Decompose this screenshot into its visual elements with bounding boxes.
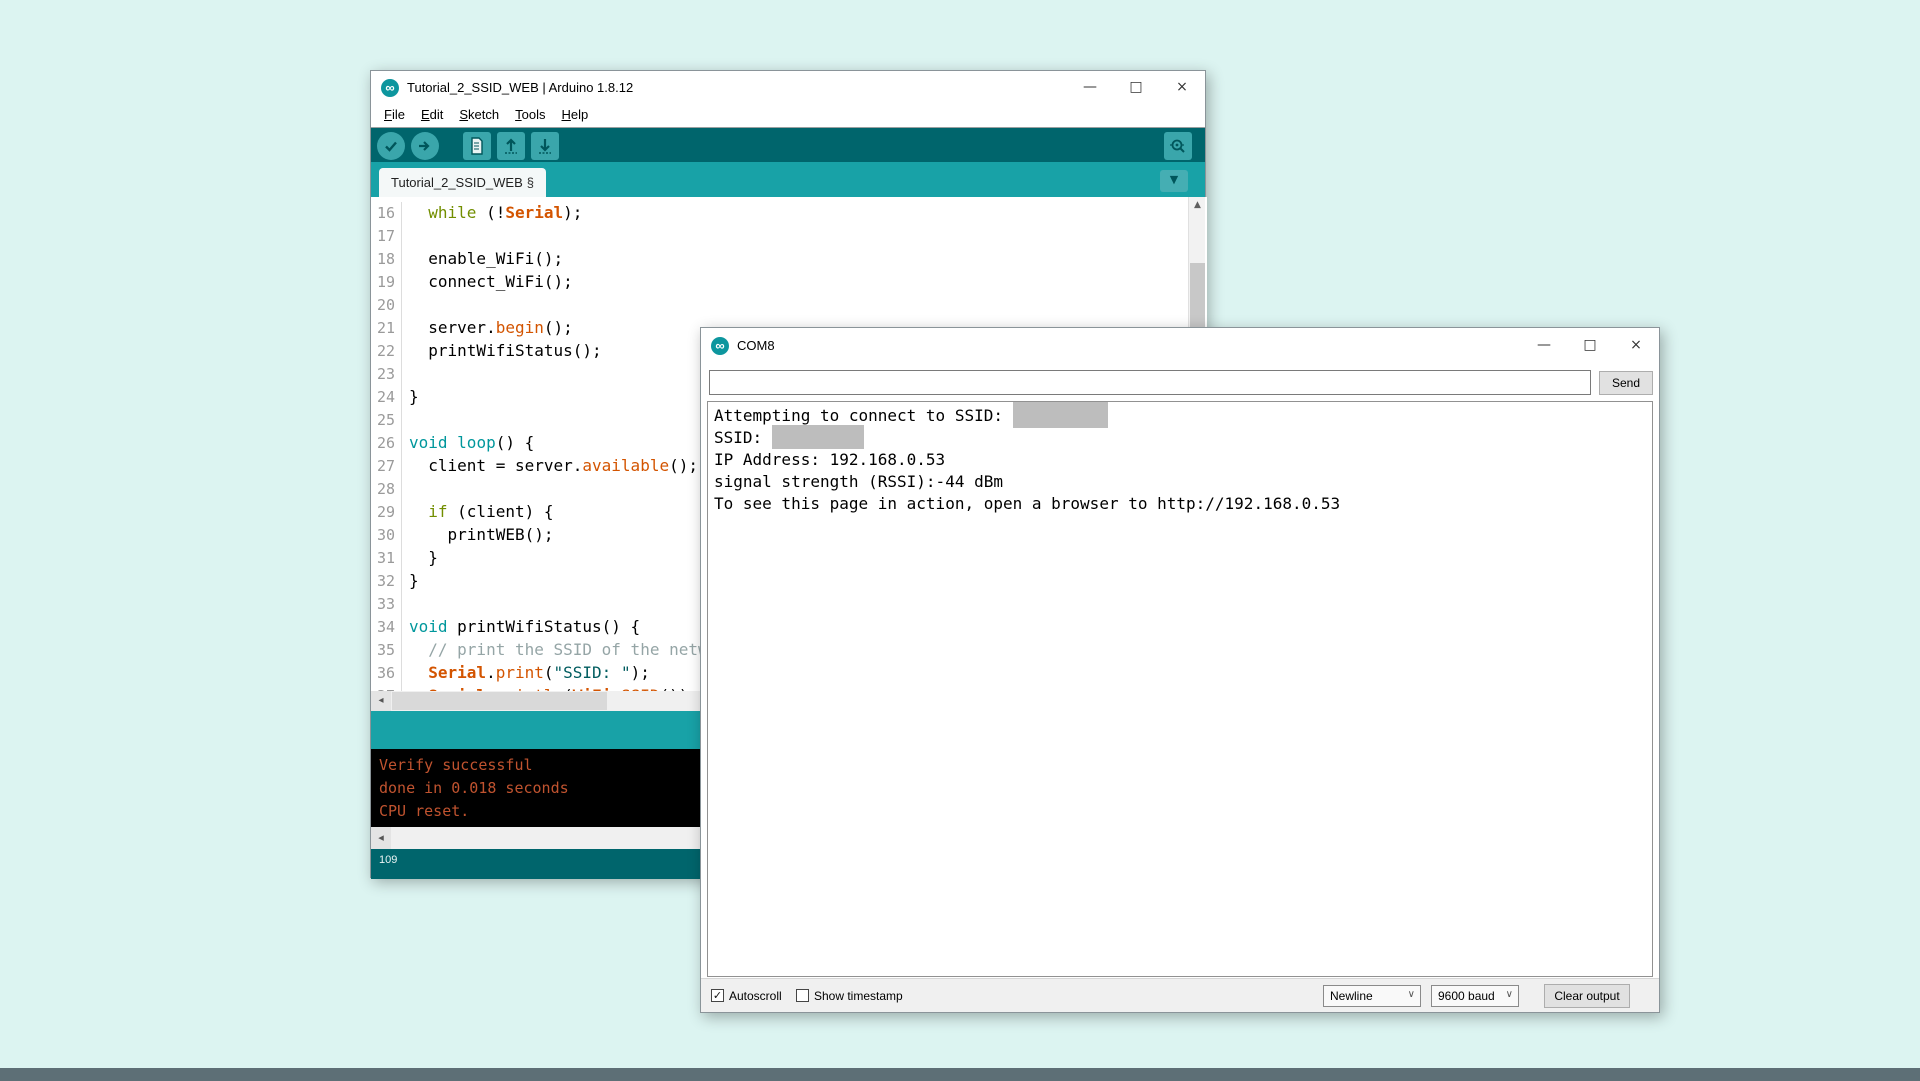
tab-modified-marker: § xyxy=(527,175,534,190)
line-number: 18 xyxy=(371,248,402,271)
line-number: 19 xyxy=(371,271,402,294)
autoscroll-label: Autoscroll xyxy=(729,989,782,1003)
save-sketch-button[interactable] xyxy=(531,132,559,160)
serial-output-line: SSID: xyxy=(714,427,1646,449)
show-timestamp-checkbox[interactable] xyxy=(796,989,809,1002)
serial-titlebar[interactable]: ∞ COM8 — □ × xyxy=(701,328,1659,364)
line-number: 22 xyxy=(371,340,402,363)
editor-hscroll-thumb[interactable] xyxy=(392,692,607,710)
line-number: 21 xyxy=(371,317,402,340)
menu-item-edit[interactable]: Edit xyxy=(416,105,448,124)
ide-minimize-button[interactable]: — xyxy=(1067,71,1113,105)
menu-item-file[interactable]: File xyxy=(379,105,410,124)
line-number: 30 xyxy=(371,524,402,547)
line-number: 17 xyxy=(371,225,402,248)
code-line: 19 connect_WiFi(); xyxy=(371,270,1190,293)
line-ending-value: Newline xyxy=(1330,989,1373,1003)
line-number: 26 xyxy=(371,432,402,455)
upload-button[interactable] xyxy=(411,132,439,160)
send-button[interactable]: Send xyxy=(1599,371,1653,395)
ide-maximize-button[interactable]: □ xyxy=(1113,71,1159,105)
ide-tabstrip: Tutorial_2_SSID_WEB § ▼ xyxy=(371,162,1205,197)
tab-tutorial-2-ssid-web[interactable]: Tutorial_2_SSID_WEB § xyxy=(379,168,546,197)
scroll-left-arrow-icon[interactable]: ◂ xyxy=(371,827,391,849)
new-sketch-icon xyxy=(469,137,485,155)
serial-minimize-button[interactable]: — xyxy=(1521,328,1567,364)
arduino-logo-icon: ∞ xyxy=(381,79,399,97)
serial-input-row: Send xyxy=(701,364,1659,400)
statusbar-line-number: 109 xyxy=(379,854,397,866)
baud-rate-dropdown[interactable]: 9600 baud ∨ xyxy=(1431,985,1519,1007)
redacted-ssid-box xyxy=(772,425,864,449)
open-sketch-button[interactable] xyxy=(497,132,525,160)
code-line: 16 while (!Serial); xyxy=(371,201,1190,224)
serial-close-button[interactable]: × xyxy=(1613,328,1659,364)
serial-output-line: To see this page in action, open a brows… xyxy=(714,493,1646,515)
serial-window-title: COM8 xyxy=(737,338,775,353)
serial-send-input[interactable] xyxy=(709,370,1591,395)
line-number: 27 xyxy=(371,455,402,478)
line-ending-dropdown[interactable]: Newline ∨ xyxy=(1323,985,1421,1007)
tab-list-dropdown-button[interactable]: ▼ xyxy=(1160,170,1188,192)
ide-toolbar xyxy=(371,127,1205,162)
menu-item-tools[interactable]: Tools xyxy=(510,105,550,124)
ide-window-title: Tutorial_2_SSID_WEB | Arduino 1.8.12 xyxy=(407,80,633,95)
line-number: 35 xyxy=(371,639,402,662)
ide-menubar: File Edit Sketch Tools Help xyxy=(371,105,1205,127)
baud-rate-value: 9600 baud xyxy=(1438,989,1495,1003)
show-timestamp-label: Show timestamp xyxy=(814,989,903,1003)
save-sketch-icon xyxy=(536,137,554,155)
tab-label: Tutorial_2_SSID_WEB xyxy=(391,175,523,190)
code-line: 18 enable_WiFi(); xyxy=(371,247,1190,270)
chevron-down-icon: ∨ xyxy=(1408,989,1415,1000)
serial-monitor-window: ∞ COM8 — □ × Send Attempting to connect … xyxy=(700,327,1660,1013)
line-number: 34 xyxy=(371,616,402,639)
menu-item-sketch[interactable]: Sketch xyxy=(454,105,504,124)
code-line: 17 xyxy=(371,224,1190,247)
verify-button[interactable] xyxy=(377,132,405,160)
chevron-down-icon: ▼ xyxy=(1170,173,1178,186)
new-sketch-button[interactable] xyxy=(463,132,491,160)
line-number: 28 xyxy=(371,478,402,501)
line-number: 20 xyxy=(371,294,402,317)
autoscroll-checkbox[interactable]: ✓ xyxy=(711,989,724,1002)
serial-maximize-button[interactable]: □ xyxy=(1567,328,1613,364)
scroll-up-arrow-icon[interactable]: ▲ xyxy=(1189,197,1206,214)
chevron-down-icon: ∨ xyxy=(1506,989,1513,1000)
scroll-left-arrow-icon[interactable]: ◂ xyxy=(371,691,391,711)
line-number: 24 xyxy=(371,386,402,409)
line-number: 16 xyxy=(371,202,402,225)
serial-output-line: IP Address: 192.168.0.53 xyxy=(714,449,1646,471)
line-number: 32 xyxy=(371,570,402,593)
verify-check-icon xyxy=(383,138,399,154)
serial-monitor-magnifier-icon xyxy=(1169,137,1187,155)
line-number: 36 xyxy=(371,662,402,685)
menu-item-help[interactable]: Help xyxy=(556,105,593,124)
ide-close-button[interactable]: × xyxy=(1159,71,1205,105)
arduino-logo-icon: ∞ xyxy=(711,337,729,355)
clear-output-button[interactable]: Clear output xyxy=(1544,984,1630,1008)
ide-titlebar[interactable]: ∞ Tutorial_2_SSID_WEB | Arduino 1.8.12 —… xyxy=(371,71,1205,105)
line-number: 29 xyxy=(371,501,402,524)
serial-output-line: signal strength (RSSI):-44 dBm xyxy=(714,471,1646,493)
line-number: 33 xyxy=(371,593,402,616)
serial-bottom-bar: ✓ Autoscroll Show timestamp Newline ∨ 96… xyxy=(701,978,1659,1012)
open-sketch-icon xyxy=(502,137,520,155)
redacted-ssid-box xyxy=(1013,402,1108,428)
line-number: 31 xyxy=(371,547,402,570)
serial-monitor-button[interactable] xyxy=(1164,132,1192,160)
desktop-bottom-strip xyxy=(0,1068,1920,1081)
code-line: 20 xyxy=(371,293,1190,316)
serial-output-area[interactable]: Attempting to connect to SSID: SSID: IP … xyxy=(707,401,1653,977)
line-number: 23 xyxy=(371,363,402,386)
upload-arrow-icon xyxy=(417,138,433,154)
line-number: 25 xyxy=(371,409,402,432)
